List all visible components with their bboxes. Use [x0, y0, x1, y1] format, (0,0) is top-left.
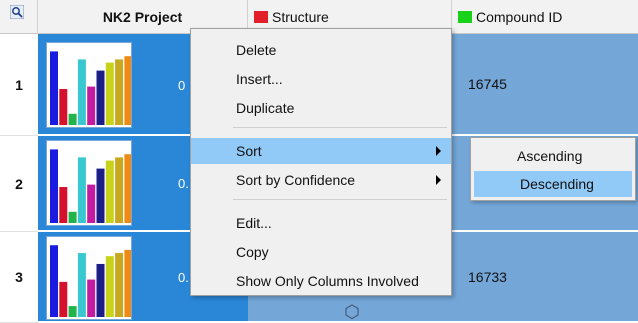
menu-item-sort-by-confidence[interactable]: Sort by Confidence	[191, 167, 451, 193]
structure-header-label: Structure	[272, 8, 329, 25]
compound-id-color-swatch	[458, 10, 472, 23]
thumbnail-bar	[59, 281, 68, 317]
score-value: 0.	[178, 270, 189, 285]
search-icon[interactable]	[10, 5, 24, 19]
thumbnail-bar	[77, 157, 86, 223]
thumbnail-bar	[68, 211, 77, 223]
menu-item-copy[interactable]: Copy	[191, 239, 451, 265]
menu-separator	[233, 199, 447, 200]
menu-item-sort[interactable]: Sort	[191, 138, 451, 164]
row-number[interactable]: 2	[0, 136, 38, 232]
submenu-item-descending[interactable]: Descending	[474, 171, 632, 197]
thumbnail-bar	[50, 149, 58, 223]
score-value: 0	[178, 78, 186, 93]
mini-bar-chart	[50, 149, 131, 223]
menu-item-duplicate[interactable]: Duplicate	[191, 95, 451, 121]
thumbnail-bar	[59, 89, 68, 125]
thumbnail-chart	[46, 42, 132, 128]
thumbnail-bar	[105, 256, 114, 317]
menu-item-edit[interactable]: Edit...	[191, 210, 451, 236]
thumbnail-bar	[124, 56, 131, 126]
mini-bar-chart	[50, 245, 131, 317]
thumbnail-bar	[77, 253, 86, 317]
thumbnail-bar	[87, 279, 96, 317]
thumbnail-bar	[96, 70, 105, 125]
thumbnail-bar	[115, 59, 124, 125]
menu-item-insert[interactable]: Insert...	[191, 66, 451, 92]
row-number[interactable]: 3	[0, 232, 38, 323]
thumbnail-bar	[77, 59, 86, 125]
column-header-compound-id[interactable]: Compound ID	[452, 0, 638, 34]
menu-item-show-only-columns-involved[interactable]: Show Only Columns Involved	[191, 268, 451, 294]
thumbnail-bar	[124, 154, 131, 223]
project-header-label: NK2 Project	[102, 8, 183, 25]
compound-id-cell[interactable]: 16745	[452, 34, 638, 136]
thumbnail-bar	[115, 157, 124, 223]
score-value: 0.	[178, 176, 189, 191]
thumbnail-bar	[105, 62, 114, 125]
thumbnail-bar	[68, 113, 77, 125]
thumbnail-chart	[46, 140, 132, 226]
thumbnail-bar	[96, 263, 105, 317]
compound-id-cell[interactable]: 16733	[452, 232, 638, 323]
thumbnail-bar	[68, 306, 77, 317]
compound-id-header-label: Compound ID	[476, 8, 563, 25]
thumbnail-bar	[87, 86, 96, 125]
thumbnail-bar	[59, 187, 68, 223]
submenu-arrow-icon	[436, 175, 441, 185]
header-corner[interactable]	[0, 0, 38, 34]
thumbnail-bar	[87, 184, 96, 223]
molecule-structure-icon	[345, 304, 359, 320]
context-menu: Delete Insert... Duplicate Sort Sort by …	[190, 28, 452, 296]
thumbnail-chart	[46, 236, 132, 320]
submenu-item-ascending[interactable]: Ascending	[471, 143, 635, 169]
thumbnail-bar	[105, 160, 114, 223]
thumbnail-bar	[115, 253, 124, 317]
submenu-arrow-icon	[436, 146, 441, 156]
menu-item-delete[interactable]: Delete	[191, 37, 451, 63]
structure-color-swatch	[254, 10, 268, 23]
mini-bar-chart	[50, 51, 131, 126]
row-number[interactable]: 1	[0, 34, 38, 136]
thumbnail-bar	[124, 249, 131, 317]
sort-submenu: Ascending Descending	[470, 137, 636, 201]
thumbnail-bar	[50, 51, 58, 125]
thumbnail-bar	[96, 168, 105, 223]
thumbnail-bar	[50, 245, 58, 317]
menu-separator	[233, 127, 447, 128]
